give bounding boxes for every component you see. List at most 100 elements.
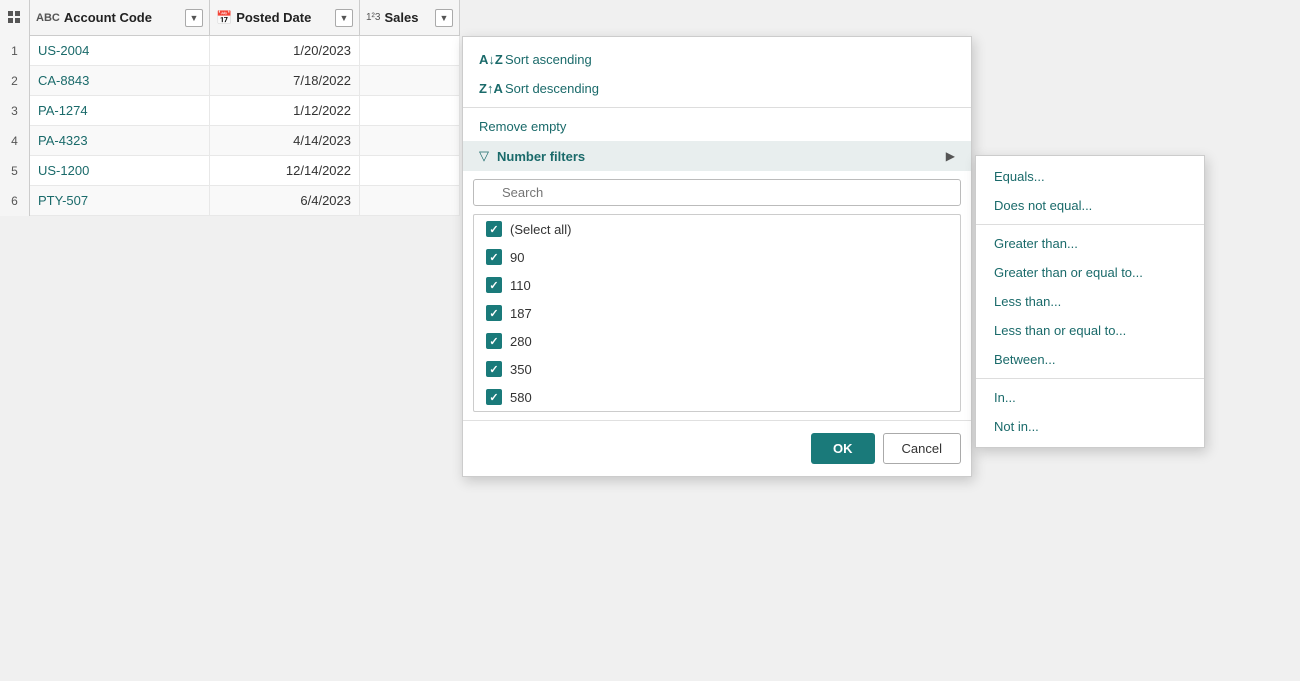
remove-empty-item[interactable]: Remove empty <box>463 112 971 141</box>
text-col-icon: ABC <box>36 12 60 24</box>
value-label: 187 <box>510 306 532 321</box>
funnel-icon: ▽ <box>479 148 489 164</box>
submenu-item[interactable]: Greater than or equal to... <box>976 258 1204 287</box>
posted-date-dropdown[interactable]: ▼ <box>335 9 353 27</box>
row-num: 4 <box>0 126 30 156</box>
cell-posted-date: 12/14/2022 <box>210 156 360 186</box>
value-checkbox[interactable] <box>486 249 502 265</box>
number-filters-label: Number filters <box>497 149 585 164</box>
table-row: 5 US-1200 12/14/2022 <box>0 156 460 186</box>
cell-posted-date: 7/18/2022 <box>210 66 360 96</box>
cell-posted-date: 1/20/2023 <box>210 36 360 66</box>
value-checkbox[interactable] <box>486 305 502 321</box>
table-body: 1 US-2004 1/20/2023 2 CA-8843 7/18/2022 … <box>0 36 460 216</box>
cell-sales <box>360 96 460 126</box>
value-checkbox[interactable] <box>486 277 502 293</box>
value-label: 110 <box>510 278 531 293</box>
search-input[interactable] <box>473 179 961 206</box>
account-code-dropdown[interactable]: ▼ <box>185 9 203 27</box>
value-label: 280 <box>510 334 532 349</box>
sales-header[interactable]: 1²3 Sales ▼ <box>360 0 460 36</box>
remove-empty-label: Remove empty <box>479 119 566 134</box>
search-box-wrap: 🔍 <box>463 171 971 214</box>
cell-sales <box>360 186 460 216</box>
list-item[interactable]: 580 <box>474 383 960 411</box>
ok-button[interactable]: OK <box>811 433 875 464</box>
filter-footer: OK Cancel <box>463 420 971 476</box>
cell-sales <box>360 66 460 96</box>
posted-date-header[interactable]: 📅 Posted Date ▼ <box>210 0 360 36</box>
list-item[interactable]: 110 <box>474 271 960 299</box>
row-num: 5 <box>0 156 30 186</box>
cell-account-code: US-1200 <box>30 156 210 186</box>
cell-account-code: PA-1274 <box>30 96 210 126</box>
sort-descending-item[interactable]: Z↑A Sort descending <box>463 74 971 103</box>
value-checkbox[interactable] <box>486 333 502 349</box>
value-checkbox[interactable] <box>486 389 502 405</box>
table-header: ABC Account Code ▼ 📅 Posted Date ▼ 1²3 S… <box>0 0 460 36</box>
cell-account-code: CA-8843 <box>30 66 210 96</box>
dropdown-arrow-date: ▼ <box>340 13 349 23</box>
sort-ascending-label: Sort ascending <box>505 52 592 67</box>
sales-dropdown[interactable]: ▼ <box>435 9 453 27</box>
row-num: 1 <box>0 36 30 66</box>
submenu-item[interactable]: Not in... <box>976 412 1204 441</box>
submenu-item[interactable]: Does not equal... <box>976 191 1204 220</box>
cell-account-code: US-2004 <box>30 36 210 66</box>
table-row: 1 US-2004 1/20/2023 <box>0 36 460 66</box>
row-num: 2 <box>0 66 30 96</box>
list-item[interactable]: 187 <box>474 299 960 327</box>
sales-label: Sales <box>384 10 431 25</box>
list-item[interactable]: 90 <box>474 243 960 271</box>
number-filters-item[interactable]: ▽ Number filters ▶ <box>463 141 971 171</box>
posted-date-label: Posted Date <box>236 10 331 25</box>
account-code-header[interactable]: ABC Account Code ▼ <box>30 0 210 36</box>
table-row: 6 PTY-507 6/4/2023 <box>0 186 460 216</box>
sort-ascending-item[interactable]: A↓Z Sort ascending <box>463 45 971 74</box>
sort-asc-icon: A↓Z <box>479 52 497 67</box>
cell-sales <box>360 36 460 66</box>
table-row: 3 PA-1274 1/12/2022 <box>0 96 460 126</box>
cell-account-code: PA-4323 <box>30 126 210 156</box>
value-checkbox[interactable] <box>486 361 502 377</box>
dropdown-arrow-sales: ▼ <box>440 13 449 23</box>
checkbox-list: (Select all) 90 110 187 280 350 580 <box>473 214 961 412</box>
submenu-item[interactable]: In... <box>976 383 1204 412</box>
cell-sales <box>360 156 460 186</box>
account-code-label: Account Code <box>64 10 181 25</box>
sort-desc-icon: Z↑A <box>479 81 497 96</box>
num-col-icon: 1²3 <box>366 12 380 23</box>
sort-descending-label: Sort descending <box>505 81 599 96</box>
value-label: 580 <box>510 390 532 405</box>
submenu-arrow: ▶ <box>946 149 955 163</box>
submenu-item[interactable]: Equals... <box>976 162 1204 191</box>
value-label: 90 <box>510 250 524 265</box>
select-all-checkbox[interactable] <box>486 221 502 237</box>
submenu-item[interactable]: Greater than... <box>976 229 1204 258</box>
select-all-item[interactable]: (Select all) <box>474 215 960 243</box>
search-container: 🔍 <box>473 179 961 206</box>
submenu-panel: Equals...Does not equal... Greater than..… <box>975 155 1205 448</box>
select-all-label: (Select all) <box>510 222 571 237</box>
submenu-item[interactable]: Less than... <box>976 287 1204 316</box>
cell-account-code: PTY-507 <box>30 186 210 216</box>
dropdown-arrow: ▼ <box>190 13 199 23</box>
date-col-icon: 📅 <box>216 10 232 26</box>
value-label: 350 <box>510 362 532 377</box>
filter-panel: A↓Z Sort ascending Z↑A Sort descending R… <box>462 36 972 477</box>
cell-sales <box>360 126 460 156</box>
list-item[interactable]: 350 <box>474 355 960 383</box>
submenu-item[interactable]: Less than or equal to... <box>976 316 1204 345</box>
row-num: 6 <box>0 186 30 216</box>
grid-icon <box>7 10 23 26</box>
cell-posted-date: 1/12/2022 <box>210 96 360 126</box>
data-table: ABC Account Code ▼ 📅 Posted Date ▼ 1²3 S… <box>0 0 460 216</box>
list-item[interactable]: 280 <box>474 327 960 355</box>
cancel-button[interactable]: Cancel <box>883 433 961 464</box>
submenu-separator <box>976 378 1204 379</box>
submenu-item[interactable]: Between... <box>976 345 1204 374</box>
row-num-header <box>0 0 30 36</box>
table-row: 2 CA-8843 7/18/2022 <box>0 66 460 96</box>
cell-posted-date: 4/14/2023 <box>210 126 360 156</box>
table-row: 4 PA-4323 4/14/2023 <box>0 126 460 156</box>
